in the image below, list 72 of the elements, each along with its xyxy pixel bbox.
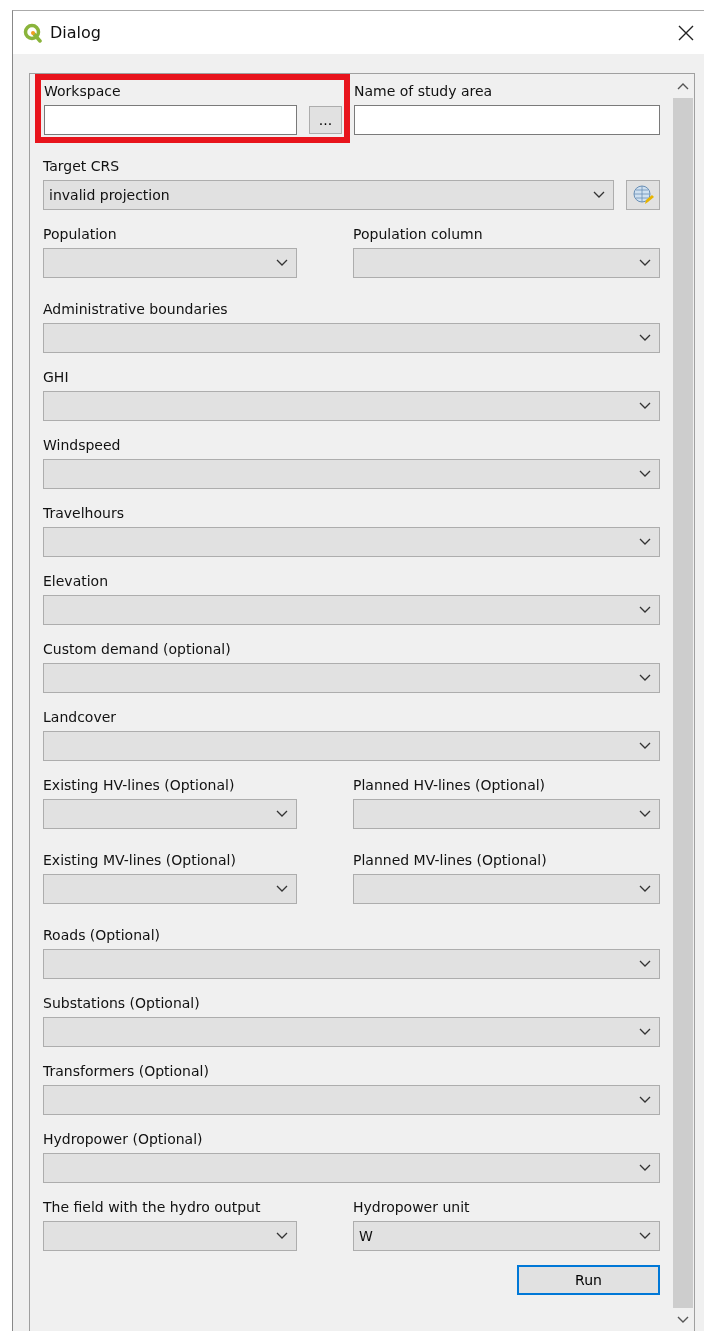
scroll-up-icon[interactable] — [677, 82, 689, 90]
text-field[interactable] — [354, 105, 660, 135]
dropdown[interactable] — [353, 248, 660, 278]
field-label: Name of study area — [354, 82, 494, 100]
chevron-down-icon — [639, 470, 651, 478]
dropdown[interactable] — [43, 731, 660, 761]
field-label: Hydropower (Optional) — [43, 1130, 204, 1148]
dropdown[interactable] — [43, 527, 660, 557]
dropdown[interactable] — [43, 874, 297, 904]
chevron-down-icon — [593, 191, 605, 199]
chevron-down-icon — [276, 810, 288, 818]
field-label: Target CRS — [43, 157, 121, 175]
field-label: Existing MV-lines (Optional) — [43, 851, 237, 869]
dropdown[interactable] — [43, 949, 660, 979]
close-icon[interactable] — [678, 24, 694, 41]
chevron-down-icon — [639, 606, 651, 614]
field-label: Roads (Optional) — [43, 926, 161, 944]
scroll-down-icon[interactable] — [677, 1316, 689, 1324]
browse-button[interactable]: ... — [309, 106, 342, 134]
chevron-down-icon — [639, 402, 651, 410]
field-label: Travelhours — [43, 504, 125, 522]
field-label: Elevation — [43, 572, 110, 590]
chevron-down-icon — [639, 1096, 651, 1104]
field-label: GHI — [43, 368, 70, 386]
app-logo-icon — [23, 22, 43, 43]
dropdown[interactable] — [43, 1017, 660, 1047]
chevron-down-icon — [639, 674, 651, 682]
chevron-down-icon — [639, 259, 651, 267]
dropdown[interactable] — [43, 595, 660, 625]
dropdown[interactable] — [43, 799, 297, 829]
dropdown[interactable] — [43, 459, 660, 489]
dropdown[interactable] — [353, 874, 660, 904]
dropdown[interactable] — [43, 323, 660, 353]
dropdown[interactable] — [43, 663, 660, 693]
field-label: Administrative boundaries — [43, 300, 229, 318]
chevron-down-icon — [639, 1232, 651, 1240]
field-label: The field with the hydro output — [43, 1198, 262, 1216]
run-button[interactable]: Run — [517, 1265, 660, 1295]
field-label: Substations (Optional) — [43, 994, 201, 1012]
chevron-down-icon — [276, 885, 288, 893]
dropdown[interactable] — [353, 799, 660, 829]
field-label: Population column — [353, 225, 484, 243]
window-title: Dialog — [50, 23, 102, 42]
dropdown[interactable] — [43, 1153, 660, 1183]
field-label: Custom demand (optional) — [43, 640, 232, 658]
chevron-down-icon — [276, 259, 288, 267]
field-label: Hydropower unit — [353, 1198, 471, 1216]
field-label: Planned HV-lines (Optional) — [353, 776, 547, 794]
field-label: Planned MV-lines (Optional) — [353, 851, 548, 869]
field-label: Population — [43, 225, 118, 243]
chevron-down-icon — [639, 1164, 651, 1172]
field-label: Landcover — [43, 708, 118, 726]
chevron-down-icon — [639, 810, 651, 818]
field-label: Transformers (Optional) — [43, 1062, 210, 1080]
field-label: Workspace — [44, 82, 122, 100]
dropdown[interactable]: invalid projection — [43, 180, 614, 210]
dropdown[interactable] — [43, 248, 297, 278]
text-field[interactable] — [44, 105, 297, 135]
dropdown[interactable] — [43, 391, 660, 421]
chevron-down-icon — [639, 1028, 651, 1036]
chevron-down-icon — [639, 334, 651, 342]
chevron-down-icon — [639, 742, 651, 750]
field-label: Existing HV-lines (Optional) — [43, 776, 236, 794]
globe-icon[interactable] — [626, 180, 660, 210]
chevron-down-icon — [639, 960, 651, 968]
chevron-down-icon — [639, 538, 651, 546]
dropdown[interactable]: W — [353, 1221, 660, 1251]
dropdown[interactable] — [43, 1085, 660, 1115]
dropdown[interactable] — [43, 1221, 297, 1251]
chevron-down-icon — [639, 885, 651, 893]
chevron-down-icon — [276, 1232, 288, 1240]
field-label: Windspeed — [43, 436, 122, 454]
